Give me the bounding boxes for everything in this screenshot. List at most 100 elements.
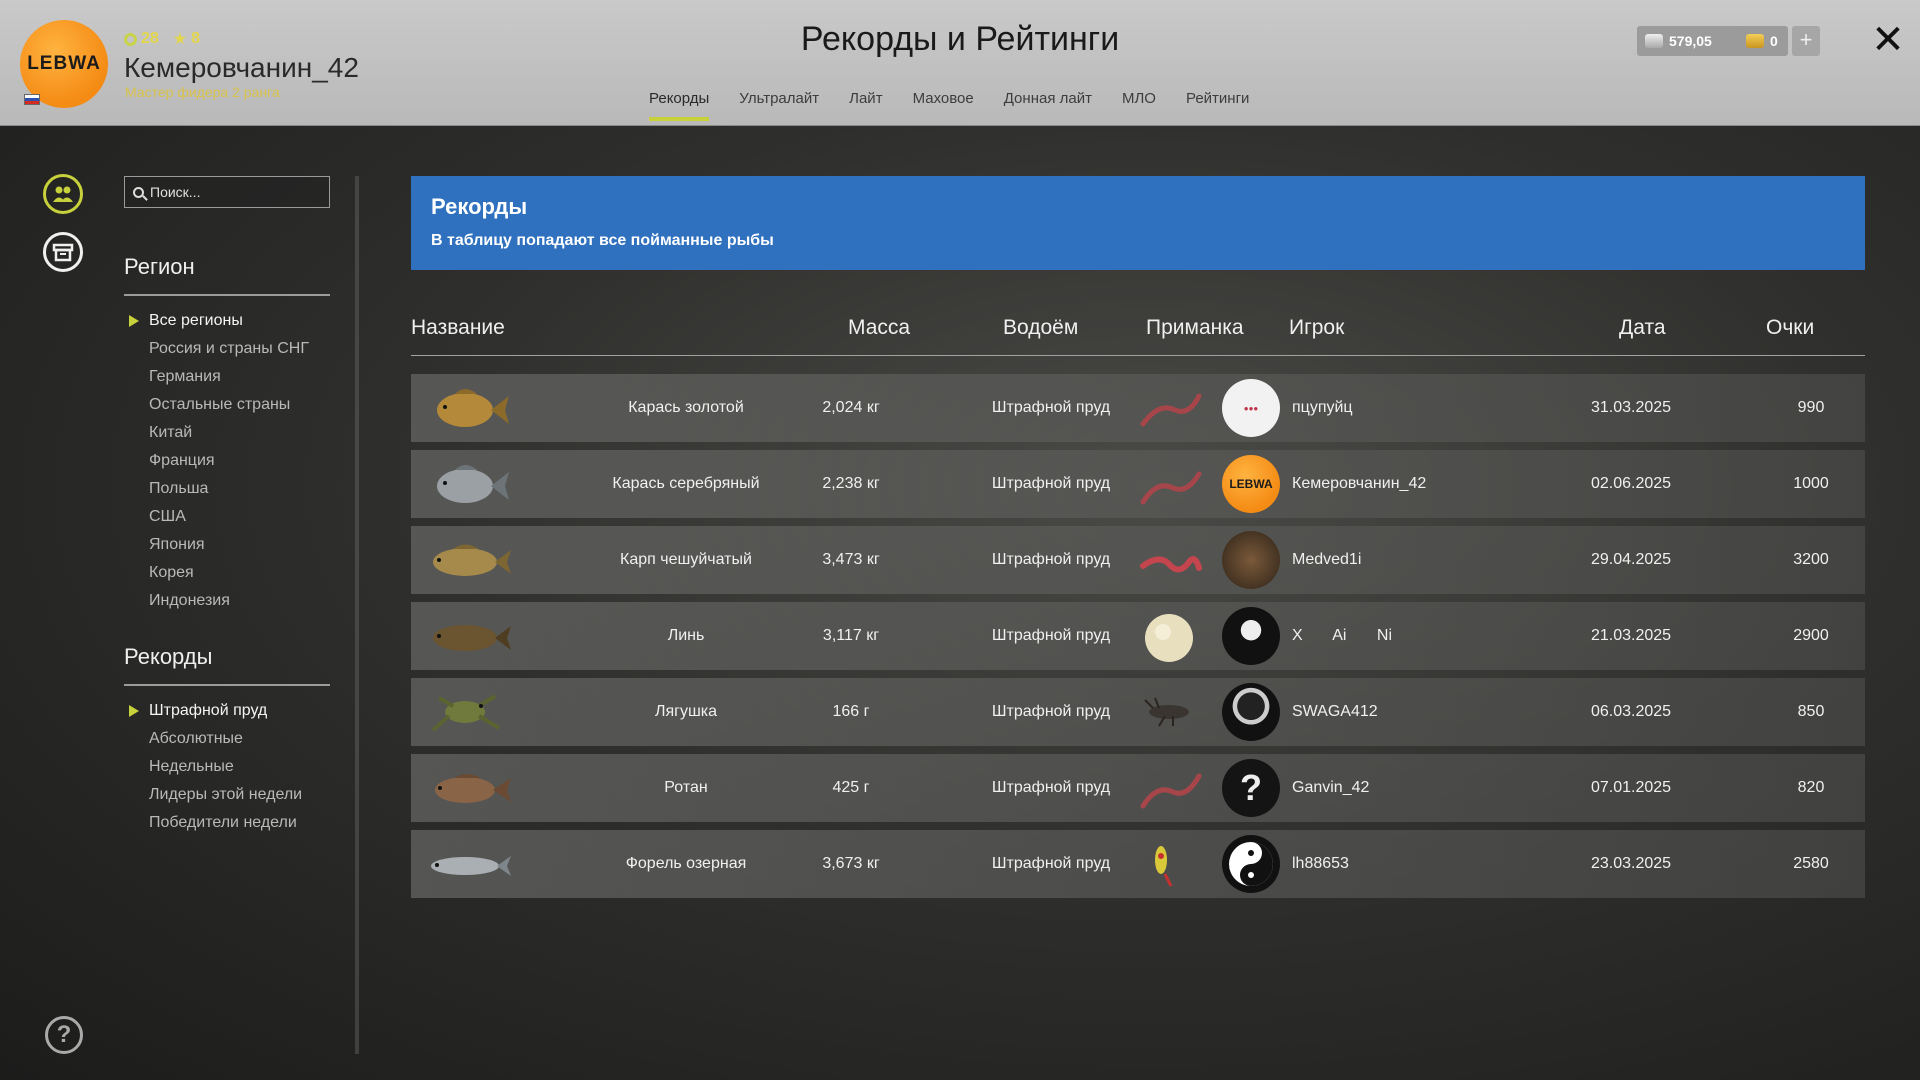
friends-glyph-icon [53, 186, 73, 202]
archive-icon[interactable] [43, 232, 83, 272]
player-name[interactable]: Кемеровчанин_42 [1292, 450, 1552, 518]
water-body: Штрафной пруд [991, 399, 1111, 416]
table-row[interactable]: Карась серебряный 2,238 кг Штрафной пруд… [411, 450, 1865, 518]
note-avatar-icon: ●●● [1243, 403, 1259, 413]
rotan-icon [435, 774, 511, 803]
catch-points: 2580 [1793, 855, 1829, 872]
region-item-china[interactable]: Китай [149, 419, 309, 447]
table-row[interactable]: Линь 3,117 кг Штрафной пруд X Ai Ni 21.0… [411, 602, 1865, 670]
player-avatar[interactable]: LEBWA [1222, 455, 1280, 513]
spoon-lure-icon [1155, 846, 1173, 887]
catch-points: 1000 [1793, 475, 1829, 492]
worm-bait-icon [1140, 471, 1202, 505]
col-points[interactable]: Очки [1766, 316, 1814, 340]
records-item-penalty-pond[interactable]: Штрафной пруд [128, 697, 302, 725]
catch-date: 31.03.2025 [1590, 399, 1672, 416]
player-name[interactable]: Medved1i [1292, 526, 1552, 594]
records-item-week-winners[interactable]: Победители недели [149, 809, 302, 837]
search-box[interactable] [124, 176, 330, 208]
player-name[interactable]: пцупуйц [1292, 374, 1552, 442]
tench-icon [433, 625, 511, 651]
worm-bait-icon [1140, 556, 1202, 573]
records-item-absolute[interactable]: Абсолютные [149, 725, 302, 753]
fish-mass: 425 г [832, 779, 870, 796]
friends-icon[interactable] [43, 174, 83, 214]
player-avatar[interactable]: ●●● [1222, 379, 1280, 437]
col-player[interactable]: Игрок [1289, 316, 1344, 340]
records-table: Карась золотой 2,024 кг Штрафной пруд ●●… [411, 374, 1865, 906]
gold-coin-icon [1746, 34, 1764, 48]
region-item-russia[interactable]: Россия и страны СНГ [149, 335, 309, 363]
catch-date: 02.06.2025 [1590, 475, 1672, 492]
dough-ball-bait-icon [1145, 614, 1193, 662]
fish-mass: 3,673 кг [822, 855, 880, 872]
region-item-japan[interactable]: Япония [149, 531, 309, 559]
help-icon[interactable]: ? [45, 1016, 83, 1054]
region-item-other[interactable]: Остальные страны [149, 391, 309, 419]
catch-date: 21.03.2025 [1590, 627, 1672, 644]
frog-icon [431, 694, 501, 732]
catch-points: 850 [1797, 703, 1825, 720]
region-item-korea[interactable]: Корея [149, 559, 309, 587]
col-mass[interactable]: Масса [848, 316, 910, 340]
tab-ratings[interactable]: Рейтинги [1186, 90, 1249, 115]
tab-bottom-light[interactable]: Донная лайт [1004, 90, 1092, 115]
table-row[interactable]: Ротан 425 г Штрафной пруд ? Ganvin_42 07… [411, 754, 1865, 822]
col-water[interactable]: Водоём [1003, 316, 1078, 340]
fish-mass: 166 г [832, 703, 870, 720]
search-icon [133, 186, 144, 198]
golden-carp-icon [437, 389, 509, 427]
search-input[interactable] [150, 184, 320, 200]
records-item-week-leaders[interactable]: Лидеры этой недели [149, 781, 302, 809]
catch-date: 29.04.2025 [1590, 551, 1672, 568]
russia-flag-icon [24, 94, 40, 105]
water-body: Штрафной пруд [991, 627, 1111, 644]
catch-date: 07.01.2025 [1590, 779, 1672, 796]
player-name[interactable]: lh88653 [1292, 830, 1552, 898]
col-name[interactable]: Название [411, 316, 505, 340]
tab-records[interactable]: Рекорды [649, 90, 710, 121]
region-item-all[interactable]: Все регионы [129, 307, 309, 335]
water-body: Штрафной пруд [991, 703, 1111, 720]
player-avatar[interactable] [1222, 531, 1280, 589]
player-name[interactable]: SWAGA412 [1292, 678, 1552, 746]
region-item-france[interactable]: Франция [149, 447, 309, 475]
col-date[interactable]: Дата [1619, 316, 1666, 340]
region-item-indonesia[interactable]: Индонезия [149, 587, 309, 615]
region-item-poland[interactable]: Польша [149, 475, 309, 503]
banner-title: Рекорды [431, 194, 528, 219]
player-avatar[interactable] [1222, 607, 1280, 665]
table-row[interactable]: Лягушка 166 г Штрафной пруд SWAGA412 06.… [411, 678, 1865, 746]
yin-yang-avatar-icon [1229, 842, 1273, 886]
close-button[interactable]: ✕ [1866, 18, 1910, 62]
col-bait[interactable]: Приманка [1146, 316, 1244, 340]
tab-ultralight[interactable]: Ультралайт [739, 90, 819, 115]
add-gold-button[interactable]: + [1792, 26, 1820, 56]
page-title: Рекорды и Рейтинги [800, 20, 1120, 58]
insect-bait-icon [1144, 697, 1189, 727]
player-name[interactable]: Ganvin_42 [1292, 754, 1552, 822]
top-bar: LEBWA 28 ★ 8 Кемеровчанин_42 Мастер фидер… [0, 0, 1920, 126]
records-item-weekly[interactable]: Недельные [149, 753, 302, 781]
player-avatar[interactable]: ? [1222, 759, 1280, 817]
player-name[interactable]: X Ai Ni [1292, 602, 1552, 670]
table-row[interactable]: Форель озерная 3,673 кг Штрафной пруд lh… [411, 830, 1865, 898]
player-avatar[interactable] [1222, 683, 1280, 741]
region-item-usa[interactable]: США [149, 503, 309, 531]
tab-pole[interactable]: Маховое [913, 90, 974, 115]
silver-carp-icon [437, 465, 509, 503]
player-avatar[interactable] [1222, 835, 1280, 893]
water-body: Штрафной пруд [991, 855, 1111, 872]
water-body: Штрафной пруд [991, 779, 1111, 796]
banner-subtitle: В таблицу попадают все пойманные рыбы [431, 232, 774, 249]
tab-mlo[interactable]: МЛО [1122, 90, 1156, 115]
region-item-germany[interactable]: Германия [149, 363, 309, 391]
fish-mass: 3,473 кг [822, 551, 880, 568]
table-row[interactable]: Карп чешуйчатый 3,473 кг Штрафной пруд M… [411, 526, 1865, 594]
lake-trout-icon [431, 856, 511, 876]
gold-balance: 0 [1738, 26, 1788, 56]
table-row[interactable]: Карась золотой 2,024 кг Штрафной пруд ●●… [411, 374, 1865, 442]
tab-light[interactable]: Лайт [849, 90, 882, 115]
worm-bait-icon [1140, 393, 1202, 427]
scaled-carp-icon [433, 544, 511, 576]
